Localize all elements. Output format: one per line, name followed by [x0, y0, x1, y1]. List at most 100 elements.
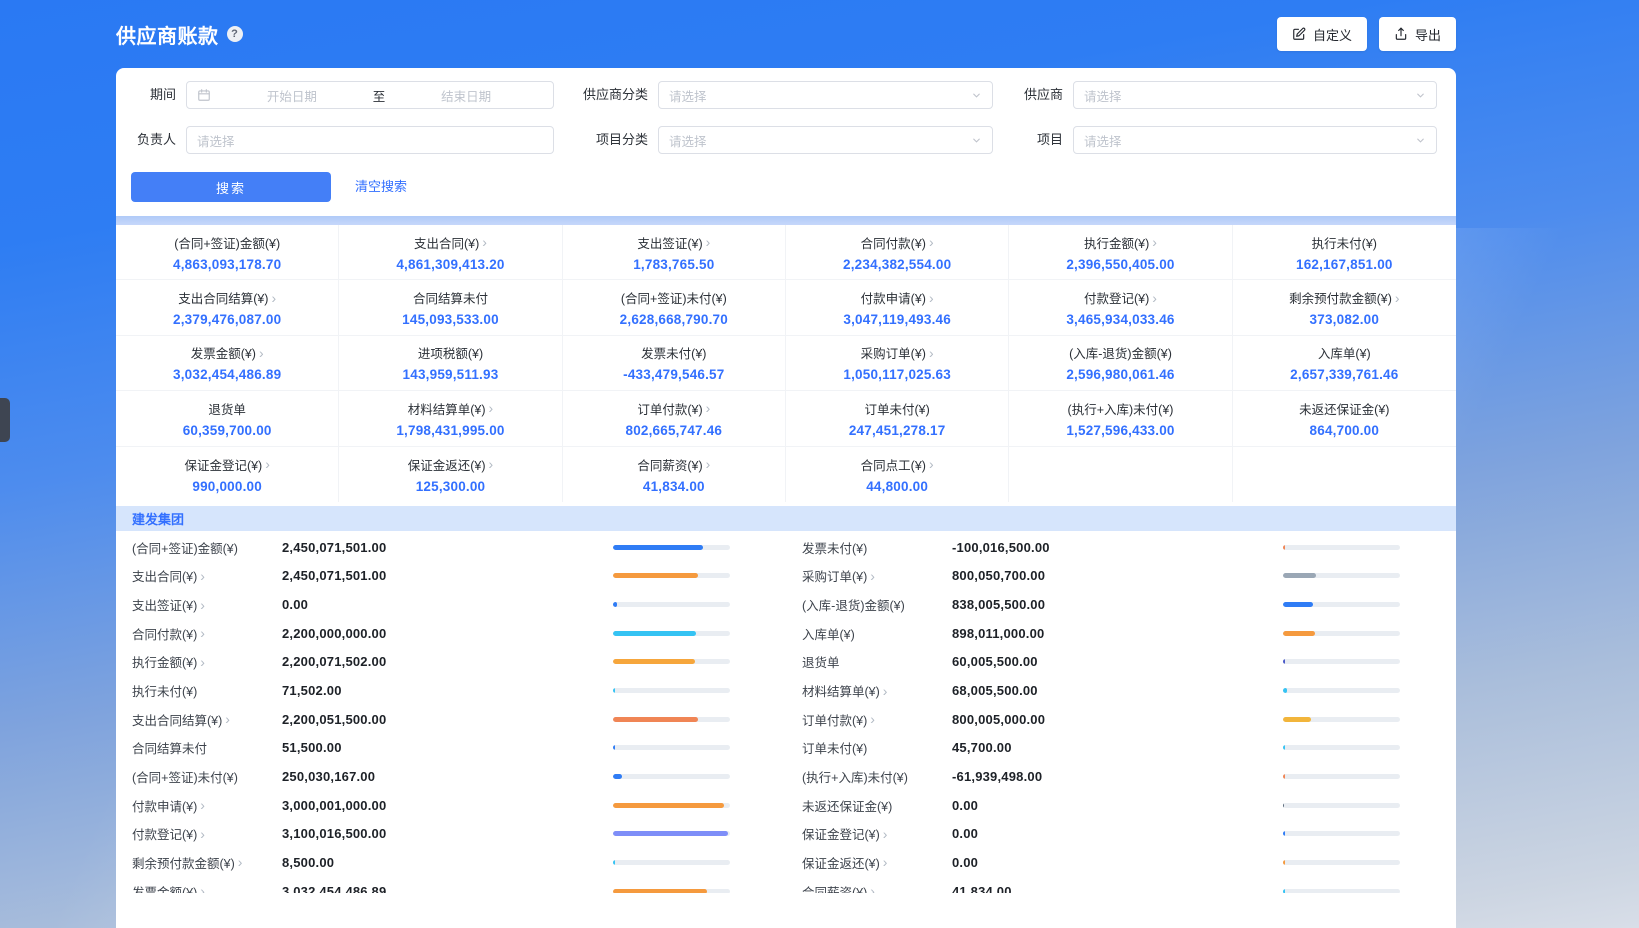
detail-label[interactable]: 保证金返还(¥)› — [802, 853, 952, 872]
stat-label: 入库单(¥) — [1318, 343, 1371, 362]
summary-stat-cell[interactable]: 剩余预付款金额(¥)›373,082.00 — [1233, 280, 1456, 335]
chevron-right-icon: › — [200, 884, 205, 893]
chevron-down-icon — [1415, 135, 1426, 146]
summary-stat-cell[interactable]: 合同点工(¥)›44,800.00 — [786, 447, 1009, 502]
project-label: 项目 — [991, 126, 1063, 154]
summary-stat-cell[interactable]: 合同薪资(¥)›41,834.00 — [563, 447, 786, 502]
detail-row: 保证金返还(¥)›0.00 — [786, 848, 1456, 877]
summary-stat-cell[interactable]: 支出合同(¥)›4,861,309,413.20 — [339, 225, 562, 280]
chevron-right-icon: › — [706, 457, 711, 471]
progress-bar — [613, 573, 730, 578]
stat-label: 执行未付(¥) — [1312, 233, 1377, 252]
progress-bar — [1283, 889, 1400, 894]
detail-label: (执行+入库)未付(¥) — [802, 767, 952, 786]
detail-label[interactable]: 支出签证(¥)› — [132, 595, 282, 614]
detail-label[interactable]: 采购订单(¥)› — [802, 566, 952, 585]
summary-stat-cell: 进项税额(¥)143,959,511.93 — [339, 336, 562, 391]
stat-value: 247,451,278.17 — [849, 423, 946, 438]
detail-label[interactable]: 合同薪资(¥)› — [802, 882, 952, 894]
stat-label: 订单未付(¥) — [865, 399, 930, 418]
stat-label: 执行金额(¥)› — [1084, 233, 1157, 252]
detail-label[interactable]: 材料结算单(¥)› — [802, 681, 952, 700]
summary-stat-cell[interactable]: 合同付款(¥)›2,234,382,554.00 — [786, 225, 1009, 280]
group-detail-list[interactable]: (合同+签证)金额(¥)2,450,071,501.00支出合同(¥)›2,45… — [116, 531, 1456, 893]
sidebar-collapse-handle[interactable] — [0, 398, 10, 442]
stat-value: 1,527,596,433.00 — [1066, 423, 1174, 438]
summary-empty-cell — [1233, 447, 1456, 502]
stat-label: 未返还保证金(¥) — [1299, 399, 1389, 418]
summary-stat-cell[interactable]: 订单付款(¥)›802,665,747.46 — [563, 391, 786, 446]
summary-stat-cell[interactable]: 支出合同结算(¥)›2,379,476,087.00 — [116, 280, 339, 335]
summary-stat-cell: 退货单60,359,700.00 — [116, 391, 339, 446]
summary-stat-cell[interactable]: 材料结算单(¥)›1,798,431,995.00 — [339, 391, 562, 446]
progress-bar — [613, 659, 730, 664]
owner-select[interactable]: 请选择 — [186, 126, 554, 154]
stat-value: 4,861,309,413.20 — [396, 257, 504, 272]
detail-row: (执行+入库)未付(¥)-61,939,498.00 — [786, 762, 1456, 791]
detail-row: 合同付款(¥)›2,200,000,000.00 — [116, 619, 786, 648]
summary-stat-cell[interactable]: 保证金登记(¥)›990,000.00 — [116, 447, 339, 502]
detail-value: 45,700.00 — [952, 740, 1283, 755]
customize-button[interactable]: 自定义 — [1277, 17, 1367, 51]
project-category-select[interactable]: 请选择 — [658, 126, 993, 154]
detail-row: 保证金登记(¥)›0.00 — [786, 819, 1456, 848]
detail-label[interactable]: 支出合同(¥)› — [132, 566, 282, 585]
project-select[interactable]: 请选择 — [1073, 126, 1437, 154]
detail-value: 800,050,700.00 — [952, 568, 1283, 583]
detail-label[interactable]: 付款登记(¥)› — [132, 824, 282, 843]
detail-label[interactable]: 保证金登记(¥)› — [802, 824, 952, 843]
search-button[interactable]: 搜索 — [131, 172, 331, 202]
chevron-right-icon: › — [929, 346, 934, 360]
start-date-input[interactable]: 开始日期 — [215, 86, 369, 105]
help-icon[interactable]: ? — [227, 26, 243, 42]
summary-stat-cell: 发票未付(¥)-433,479,546.57 — [563, 336, 786, 391]
date-range-picker[interactable]: 开始日期 至 结束日期 — [186, 81, 554, 109]
stat-value: 125,300.00 — [416, 479, 486, 494]
progress-bar — [613, 745, 730, 750]
chevron-right-icon: › — [870, 569, 875, 583]
summary-stat-cell[interactable]: 付款申请(¥)›3,047,119,493.46 — [786, 280, 1009, 335]
detail-label[interactable]: 付款申请(¥)› — [132, 796, 282, 815]
summary-stat-cell[interactable]: 付款登记(¥)›3,465,934,033.46 — [1009, 280, 1232, 335]
end-date-input[interactable]: 结束日期 — [389, 86, 543, 105]
detail-label[interactable]: 合同付款(¥)› — [132, 624, 282, 643]
clear-search-link[interactable]: 清空搜索 — [355, 172, 407, 202]
chevron-right-icon: › — [200, 626, 205, 640]
supplier-label: 供应商 — [991, 81, 1063, 109]
detail-label[interactable]: 发票金额(¥)› — [132, 882, 282, 894]
supplier-select[interactable]: 请选择 — [1073, 81, 1437, 109]
summary-stat-cell[interactable]: 保证金返还(¥)›125,300.00 — [339, 447, 562, 502]
chevron-right-icon: › — [238, 855, 243, 869]
progress-bar-fill — [1283, 745, 1285, 750]
detail-label[interactable]: 执行金额(¥)› — [132, 652, 282, 671]
progress-bar-fill — [613, 688, 615, 693]
chevron-down-icon — [971, 90, 982, 101]
detail-label[interactable]: 订单付款(¥)› — [802, 710, 952, 729]
detail-label[interactable]: 剩余预付款金额(¥)› — [132, 853, 282, 872]
progress-bar — [613, 717, 730, 722]
summary-stat-cell[interactable]: 支出签证(¥)›1,783,765.50 — [563, 225, 786, 280]
progress-bar — [1283, 774, 1400, 779]
detail-value: 60,005,500.00 — [952, 654, 1283, 669]
progress-bar-fill — [1283, 831, 1285, 836]
chevron-right-icon: › — [200, 569, 205, 583]
export-button[interactable]: 导出 — [1379, 17, 1456, 51]
stat-label: 发票金额(¥)› — [191, 343, 264, 362]
chevron-right-icon: › — [870, 712, 875, 726]
summary-stats-grid: (合同+签证)金额(¥)4,863,093,178.70支出合同(¥)›4,86… — [116, 225, 1456, 502]
detail-row: 付款登记(¥)›3,100,016,500.00 — [116, 819, 786, 848]
detail-value: -100,016,500.00 — [952, 540, 1283, 555]
detail-row: 支出签证(¥)›0.00 — [116, 590, 786, 619]
summary-stat-cell[interactable]: 采购订单(¥)›1,050,117,025.63 — [786, 336, 1009, 391]
summary-stat-cell[interactable]: 执行金额(¥)›2,396,550,405.00 — [1009, 225, 1232, 280]
detail-value: 3,100,016,500.00 — [282, 826, 613, 841]
stat-label: 付款申请(¥)› — [861, 288, 934, 307]
chevron-right-icon: › — [883, 684, 888, 698]
progress-bar-fill — [1283, 573, 1316, 578]
detail-label: (合同+签证)未付(¥) — [132, 767, 282, 786]
chevron-right-icon: › — [225, 712, 230, 726]
detail-label[interactable]: 支出合同结算(¥)› — [132, 710, 282, 729]
summary-stat-cell[interactable]: 发票金额(¥)›3,032,454,486.89 — [116, 336, 339, 391]
detail-row: (合同+签证)金额(¥)2,450,071,501.00 — [116, 533, 786, 562]
supplier-category-select[interactable]: 请选择 — [658, 81, 993, 109]
